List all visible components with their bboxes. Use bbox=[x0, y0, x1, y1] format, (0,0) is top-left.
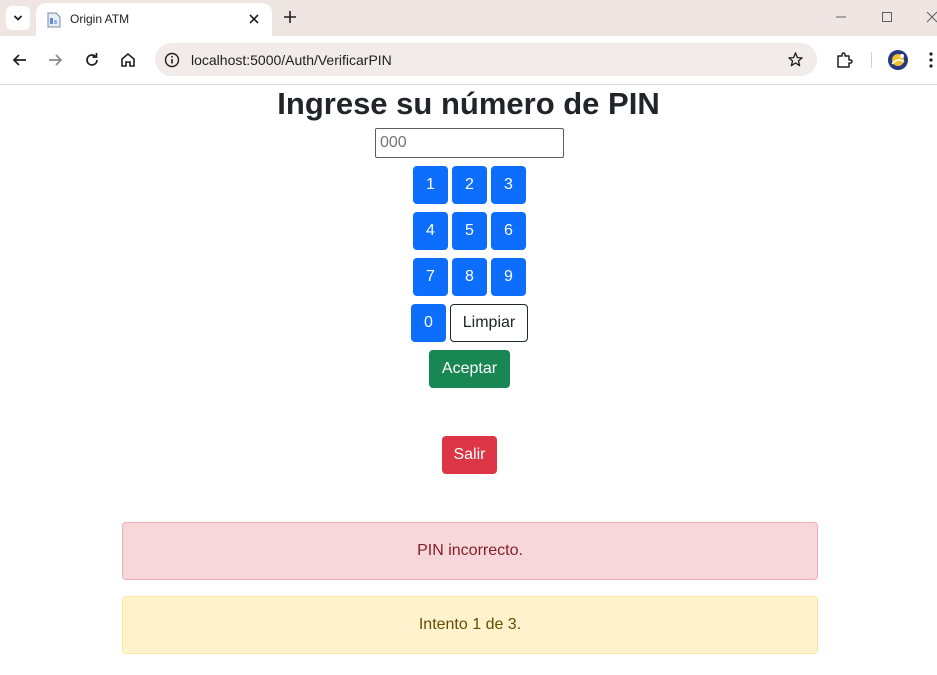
minimize-icon[interactable] bbox=[834, 10, 848, 24]
maximize-icon[interactable] bbox=[880, 10, 894, 24]
error-alert: PIN incorrecto. bbox=[122, 522, 818, 580]
profile-icon[interactable] bbox=[887, 49, 909, 71]
keypad-button-1[interactable]: 1 bbox=[413, 166, 448, 204]
attempt-alert: Intento 1 de 3. bbox=[122, 596, 818, 654]
exit-button[interactable]: Salir bbox=[442, 436, 497, 474]
star-icon[interactable] bbox=[787, 51, 804, 68]
info-icon[interactable] bbox=[164, 52, 180, 68]
extensions-icon[interactable] bbox=[835, 51, 853, 69]
address-bar[interactable]: localhost:5000/Auth/VerificarPIN bbox=[155, 43, 817, 76]
close-icon[interactable] bbox=[246, 11, 262, 27]
keypad-button-7[interactable]: 7 bbox=[413, 258, 448, 296]
attempt-message: Intento 1 de 3. bbox=[418, 616, 522, 633]
favicon-icon bbox=[47, 12, 61, 28]
keypad-button-5[interactable]: 5 bbox=[452, 212, 487, 250]
browser-toolbar: localhost:5000/Auth/VerificarPIN bbox=[0, 36, 937, 85]
home-icon[interactable] bbox=[119, 51, 137, 69]
active-tab[interactable]: Origin ATM bbox=[36, 3, 272, 36]
window-close-icon[interactable] bbox=[925, 10, 937, 24]
clear-button[interactable]: Limpiar bbox=[450, 304, 528, 342]
keypad-button-0[interactable]: 0 bbox=[411, 304, 446, 342]
keypad-button-6[interactable]: 6 bbox=[491, 212, 526, 250]
back-icon[interactable] bbox=[11, 51, 29, 69]
plus-icon[interactable] bbox=[282, 9, 298, 25]
error-message: PIN incorrecto. bbox=[417, 542, 523, 559]
tab-search-button[interactable] bbox=[6, 6, 30, 30]
reload-icon[interactable] bbox=[83, 51, 101, 69]
page-title: Ingrese su número de PIN bbox=[277, 86, 660, 121]
toolbar-divider bbox=[871, 52, 872, 68]
accept-button[interactable]: Aceptar bbox=[429, 350, 510, 388]
keypad-button-4[interactable]: 4 bbox=[413, 212, 448, 250]
keypad-button-9[interactable]: 9 bbox=[491, 258, 526, 296]
keypad-button-8[interactable]: 8 bbox=[452, 258, 487, 296]
tab-title: Origin ATM bbox=[70, 12, 130, 26]
tab-strip: Origin ATM bbox=[0, 0, 937, 36]
forward-icon[interactable] bbox=[46, 51, 64, 69]
page-content: Ingrese su número de PIN 1 2 3 4 5 6 7 8… bbox=[0, 84, 937, 675]
pin-input[interactable] bbox=[375, 128, 564, 158]
chevron-down-icon bbox=[13, 15, 23, 21]
menu-icon[interactable] bbox=[925, 51, 937, 69]
url-text[interactable]: localhost:5000/Auth/VerificarPIN bbox=[191, 52, 392, 68]
keypad-button-3[interactable]: 3 bbox=[491, 166, 526, 204]
keypad-button-2[interactable]: 2 bbox=[452, 166, 487, 204]
